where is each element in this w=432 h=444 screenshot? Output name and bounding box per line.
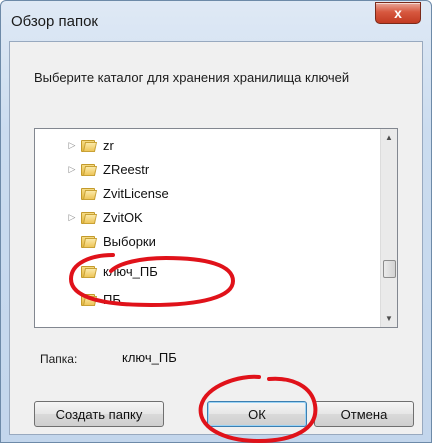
folder-input[interactable]: [118, 344, 398, 370]
close-button[interactable]: x: [375, 2, 421, 24]
expand-arrow-icon[interactable]: ▷: [67, 212, 77, 222]
tree-item[interactable]: ▷ zr: [35, 133, 375, 157]
tree-item[interactable]: Выборки: [35, 229, 375, 253]
folder-icon: [81, 264, 98, 278]
tree-item[interactable]: ▷ ZvitOK: [35, 205, 375, 229]
tree-item-label: ZvitOK: [103, 209, 143, 225]
browse-folder-dialog: Обзор папок x Выберите каталог для хране…: [0, 0, 432, 444]
tree-item-label: ZvitLicense: [103, 185, 169, 201]
ok-button[interactable]: ОК: [207, 401, 307, 427]
close-icon: x: [394, 5, 402, 21]
tree-item-selected[interactable]: ключ_ПБ: [35, 259, 375, 283]
tree-item[interactable]: ZvitLicense: [35, 181, 375, 205]
prompt-text: Выберите каталог для хранения хранилища …: [34, 70, 350, 85]
dialog-body: Выберите каталог для хранения хранилища …: [9, 41, 423, 435]
tree-item[interactable]: ▷ ZReestr: [35, 157, 375, 181]
folder-icon: [81, 186, 98, 200]
folder-icon: [81, 138, 98, 152]
folder-icon: [81, 234, 98, 248]
title-bar[interactable]: Обзор папок x: [1, 1, 431, 41]
scroll-down-icon[interactable]: ▼: [381, 310, 397, 327]
folder-icon: [81, 162, 98, 176]
folder-icon: [81, 210, 98, 224]
folder-field-label: Папка:: [40, 352, 78, 366]
tree-item-label: zr: [103, 137, 114, 153]
dialog-title: Обзор папок: [11, 13, 98, 30]
tree-item[interactable]: ПБ: [35, 287, 375, 311]
tree-item-label: ключ_ПБ: [103, 263, 158, 279]
expand-arrow-icon[interactable]: ▷: [67, 164, 77, 174]
tree-item-label: ПБ: [103, 291, 121, 307]
cancel-button[interactable]: Отмена: [314, 401, 414, 427]
tree-item-label: ZReestr: [103, 161, 150, 177]
new-folder-button[interactable]: Создать папку: [34, 401, 164, 427]
scrollbar-thumb[interactable]: [383, 260, 396, 278]
vertical-scrollbar[interactable]: ▲ ▼: [380, 129, 397, 327]
scroll-up-icon[interactable]: ▲: [381, 129, 397, 146]
folder-icon: [81, 292, 98, 306]
expand-arrow-icon[interactable]: ▷: [67, 140, 77, 150]
tree-item-label: Выборки: [103, 233, 156, 249]
folder-tree[interactable]: ▷ zr ▷ ZReestr ZvitLicense ▷ ZvitOK Выбо…: [34, 128, 398, 328]
